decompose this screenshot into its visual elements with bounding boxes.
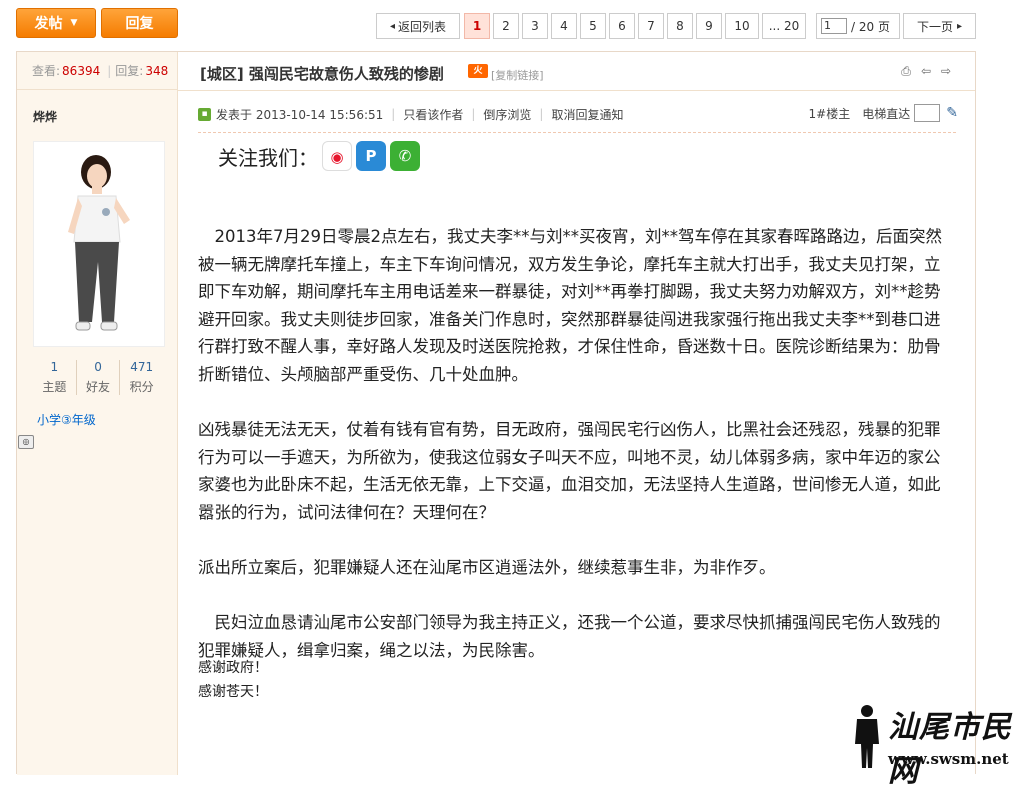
new-post-button[interactable]: 发帖 ▼ xyxy=(16,8,96,38)
only-author-link[interactable]: 只看该作者 xyxy=(403,106,463,123)
page-link-2[interactable]: 2 xyxy=(493,13,519,39)
copy-link[interactable]: [复制链接] xyxy=(491,67,544,83)
page-number: 4 xyxy=(560,19,568,33)
author-stats: 1 主题 0 好友 471 积分 xyxy=(33,360,163,395)
page-link-7[interactable]: 7 xyxy=(638,13,664,39)
chevron-left-icon: ◂ xyxy=(389,20,395,32)
stat-value: 1 xyxy=(50,360,59,374)
new-post-label: 发帖 xyxy=(34,16,63,32)
ppk-icon[interactable]: P xyxy=(356,141,386,171)
stat-label: 主题 xyxy=(42,380,67,394)
page-link-last[interactable]: ... 20 xyxy=(762,13,806,39)
online-status-icon: ▪ xyxy=(198,107,211,121)
stat-value: 471 xyxy=(130,360,154,374)
views-label: 查看: xyxy=(32,64,61,78)
author-name[interactable]: 烨烨 xyxy=(33,108,57,125)
stat-value: 0 xyxy=(94,360,102,374)
stat-label: 好友 xyxy=(86,380,111,394)
watermark-title: 汕尾市民网 xyxy=(888,710,1012,789)
site-watermark: 汕尾市民网 www.swsm.net xyxy=(840,700,1015,789)
page-number: 3 xyxy=(531,19,539,33)
reply-label: 回复 xyxy=(125,16,154,32)
post-paragraph: 派出所立案后，犯罪嫌疑人还在汕尾市区逍遥法外，继续惹事生非，为非作歹。 xyxy=(198,558,776,578)
page-link-9[interactable]: 9 xyxy=(696,13,722,39)
post-body: 2013年7月29日零晨2点左右，我丈夫李**与刘**买夜宵，刘**驾车停在其家… xyxy=(198,223,956,665)
author-grade[interactable]: 小学③年级 xyxy=(37,411,96,428)
stat-label: 积分 xyxy=(129,380,154,394)
pen-icon[interactable]: ✎ xyxy=(946,105,958,121)
medal-icon: ◎ xyxy=(18,435,34,449)
back-to-list-button[interactable]: ◂ 返回列表 xyxy=(376,13,460,39)
watermark-url: www.swsm.net xyxy=(888,750,1009,768)
page-link-3[interactable]: 3 xyxy=(522,13,548,39)
watermark-figure-icon xyxy=(855,705,879,768)
wechat-icon[interactable]: ✆ xyxy=(390,141,420,171)
thanks-line: 感谢苍天！ xyxy=(198,684,268,700)
chevron-right-icon: ▸ xyxy=(956,20,963,32)
divider xyxy=(198,132,956,133)
weibo-icon[interactable]: ◉ xyxy=(322,141,352,171)
post-date: 发表于 2013-10-14 15:56:51 xyxy=(216,107,384,122)
replies-label: 回复: xyxy=(115,64,144,78)
elevator-label: 电梯直达 xyxy=(862,106,911,121)
next-page-button[interactable]: 下一页 ▸ xyxy=(903,13,976,39)
page-link-4[interactable]: 4 xyxy=(551,13,577,39)
page-link-5[interactable]: 5 xyxy=(580,13,606,39)
next-thread-icon[interactable]: ⇨ xyxy=(939,64,953,78)
previous-thread-icon[interactable]: ⇦ xyxy=(919,64,933,78)
follow-label: 关注我们： xyxy=(218,145,318,170)
author-stat-friends[interactable]: 0 好友 xyxy=(77,360,121,395)
thread-title: [城区] 强闯民宅故意伤人致残的惨剧 xyxy=(200,65,444,83)
page-number: 7 xyxy=(647,19,655,33)
author-stat-topics[interactable]: 1 主题 xyxy=(33,360,77,395)
page-number: 6 xyxy=(618,19,626,33)
page-link-6[interactable]: 6 xyxy=(609,13,635,39)
chevron-down-icon: ▼ xyxy=(70,18,78,28)
page-link-1[interactable]: 1 xyxy=(464,13,490,39)
thread-stats: 查看: 86394 | 回复: 348 xyxy=(17,52,178,90)
post-meta: ▪ 发表于 2013-10-14 15:56:51 | 只看该作者 | 倒序浏览… xyxy=(198,104,958,124)
follow-us: 关注我们： ◉ P ✆ xyxy=(218,141,420,171)
thanks-line: 感谢政府！ xyxy=(198,660,268,676)
post-main: [城区] 强闯民宅故意伤人致残的惨剧 火 [复制链接] ⎙ ⇦ ⇨ ▪ 发表于 … xyxy=(178,52,975,775)
hot-fire-icon: 火 xyxy=(468,64,488,78)
page-jump-input[interactable]: 1 xyxy=(821,18,847,34)
views-count: 86394 xyxy=(62,63,101,78)
page-number: 5 xyxy=(589,19,597,33)
page-number: 9 xyxy=(705,19,713,33)
post-paragraph: 凶残暴徒无法无天，仗着有钱有官有势，目无政府，强闯民宅行凶伤人，比黑社会还残忍，… xyxy=(198,420,941,522)
page-number: ... 20 xyxy=(768,19,800,33)
page-number: 2 xyxy=(502,19,510,33)
floor-tools: 1#楼主 电梯直达 ✎ xyxy=(809,104,958,122)
page-number: 8 xyxy=(676,19,684,33)
reply-button[interactable]: 回复 xyxy=(101,8,178,38)
page-number: 1 xyxy=(472,19,482,33)
back-to-list-label: 返回列表 xyxy=(398,19,447,34)
page-jump: 1 / 20 页 xyxy=(816,13,900,39)
cancel-notify-link[interactable]: 取消回复通知 xyxy=(551,106,623,123)
reverse-order-link[interactable]: 倒序浏览 xyxy=(483,106,531,123)
page-link-8[interactable]: 8 xyxy=(667,13,693,39)
title-tools: ⎙ ⇦ ⇨ xyxy=(899,64,953,78)
replies-count: 348 xyxy=(145,63,169,78)
post-thanks: 感谢政府！ 感谢苍天！ xyxy=(198,656,268,704)
post-container: 查看: 86394 | 回复: 348 烨烨 1 主题 0 好友 471 积分 … xyxy=(16,51,976,775)
print-icon[interactable]: ⎙ xyxy=(899,64,913,78)
author-stat-points[interactable]: 471 积分 xyxy=(120,360,163,395)
next-page-label: 下一页 xyxy=(916,19,953,34)
page-link-10[interactable]: 10 xyxy=(725,13,759,39)
page-total: / 20 页 xyxy=(851,19,890,34)
post-paragraph: 民妇泣血恳请汕尾市公安部门领导为我主持正义，还我一个公道，要求尽快抓捕强闯民宅伤… xyxy=(198,613,941,660)
author-sidebar: 查看: 86394 | 回复: 348 烨烨 1 主题 0 好友 471 积分 … xyxy=(17,52,178,775)
avatar-figure xyxy=(68,155,130,331)
page-number: 10 xyxy=(734,19,750,33)
floor-number: 1#楼主 xyxy=(808,106,851,121)
thread-title-row: [城区] 强闯民宅故意伤人致残的惨剧 火 [复制链接] ⎙ ⇦ ⇨ xyxy=(178,52,975,91)
floor-jump-input[interactable] xyxy=(914,104,941,122)
avatar[interactable] xyxy=(33,141,165,347)
post-paragraph: 2013年7月29日零晨2点左右，我丈夫李**与刘**买夜宵，刘**驾车停在其家… xyxy=(198,227,942,384)
top-toolbar: 发帖 ▼ 回复 ◂ 返回列表 1 2 3 4 5 6 7 8 9 10 ... … xyxy=(0,0,1015,48)
